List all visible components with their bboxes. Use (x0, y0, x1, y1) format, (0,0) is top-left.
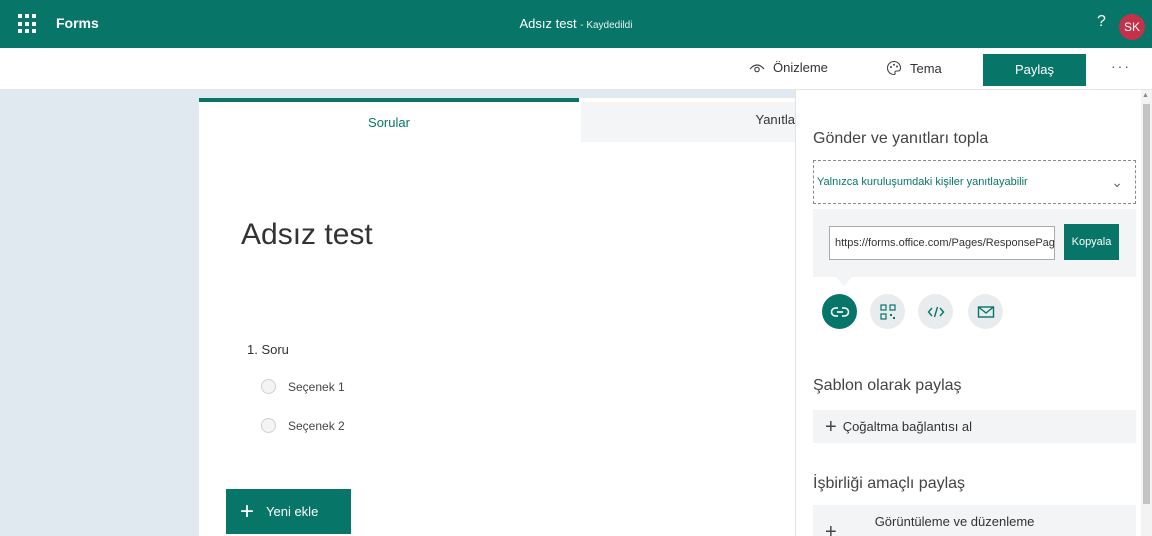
question-label[interactable]: 1. Soru (247, 342, 289, 357)
more-options-icon[interactable]: ··· (1111, 58, 1131, 74)
plus-icon: + (825, 521, 837, 536)
embed-code-icon[interactable] (918, 294, 953, 329)
top-bar: Forms Adsız test - Kaydedildi ? SK (0, 0, 1152, 48)
view-edit-label: Görüntüleme ve düzenleme (874, 514, 1035, 529)
option-1-label: Seçenek 1 (288, 379, 345, 394)
embed-glyph (927, 306, 944, 317)
command-bar: Önizleme Tema Paylaş ··· (0, 48, 1152, 90)
document-title-text[interactable]: Adsız test (520, 16, 577, 31)
link-icon[interactable] (822, 294, 857, 329)
option-1[interactable]: Seçenek 1 (261, 379, 345, 394)
radio-icon[interactable] (261, 379, 276, 394)
palette-icon (886, 60, 902, 76)
share-button[interactable]: Paylaş (983, 54, 1086, 86)
option-2-label: Seçenek 2 (288, 418, 345, 433)
radio-icon[interactable] (261, 418, 276, 433)
add-new-button[interactable]: + Yeni ekle (226, 489, 351, 534)
preview-button[interactable]: Önizleme (749, 60, 828, 75)
document-title: Adsız test - Kaydedildi (0, 16, 1152, 31)
scrollbar-thumb[interactable] (1143, 104, 1150, 504)
link-box-pointer (836, 277, 852, 286)
form-card: Sorular Yanıtla Adsız test 1. Soru Seçen… (199, 98, 799, 536)
save-status: - Kaydedildi (580, 20, 633, 31)
view-edit-button[interactable]: + Görüntüleme ve düzenleme (813, 505, 1136, 536)
qr-glyph (879, 303, 896, 320)
duplicate-link-label: Çoğaltma bağlantısı al (842, 419, 973, 434)
plus-icon: + (825, 415, 837, 438)
theme-button[interactable]: Tema (886, 60, 942, 76)
template-heading: Şablon olarak paylaş (813, 377, 962, 394)
send-heading: Gönder ve yanıtları topla (813, 130, 989, 147)
qr-code-icon[interactable] (870, 294, 905, 329)
collab-heading: İşbirliği amaçlı paylaş (813, 475, 966, 492)
chevron-down-icon: ⌄ (1111, 174, 1123, 190)
add-new-label: Yeni ekle (266, 504, 319, 519)
tab-responses[interactable]: Yanıtla (581, 102, 799, 142)
preview-label: Önizleme (773, 60, 828, 75)
scrollbar[interactable]: ▲ (1141, 90, 1152, 536)
email-glyph (977, 305, 994, 318)
audience-dropdown[interactable]: Yalnızca kuruluşumdaki kişiler yanıtlaya… (813, 160, 1136, 204)
link-glyph (830, 306, 849, 317)
option-2[interactable]: Seçenek 2 (261, 418, 345, 433)
share-panel: Gönder ve yanıtları topla Yalnızca kurul… (795, 90, 1141, 536)
scroll-up-icon[interactable]: ▲ (1142, 92, 1149, 99)
audience-value: Yalnızca kuruluşumdaki kişiler yanıtlaya… (817, 176, 1028, 188)
plus-icon: + (240, 497, 255, 525)
avatar[interactable]: SK (1119, 14, 1145, 40)
share-link-input[interactable]: https://forms.office.com/Pages/ResponseP… (829, 226, 1055, 260)
tab-questions[interactable]: Sorular (199, 98, 579, 142)
form-title[interactable]: Adsız test (241, 218, 373, 252)
help-icon[interactable]: ? (1097, 13, 1106, 31)
copy-button[interactable]: Kopyala (1064, 224, 1119, 260)
email-icon[interactable] (968, 294, 1003, 329)
theme-label: Tema (910, 60, 942, 76)
link-box: https://forms.office.com/Pages/ResponseP… (813, 209, 1136, 277)
duplicate-link-button[interactable]: + Çoğaltma bağlantısı al (813, 410, 1136, 443)
eye-icon (749, 63, 765, 72)
